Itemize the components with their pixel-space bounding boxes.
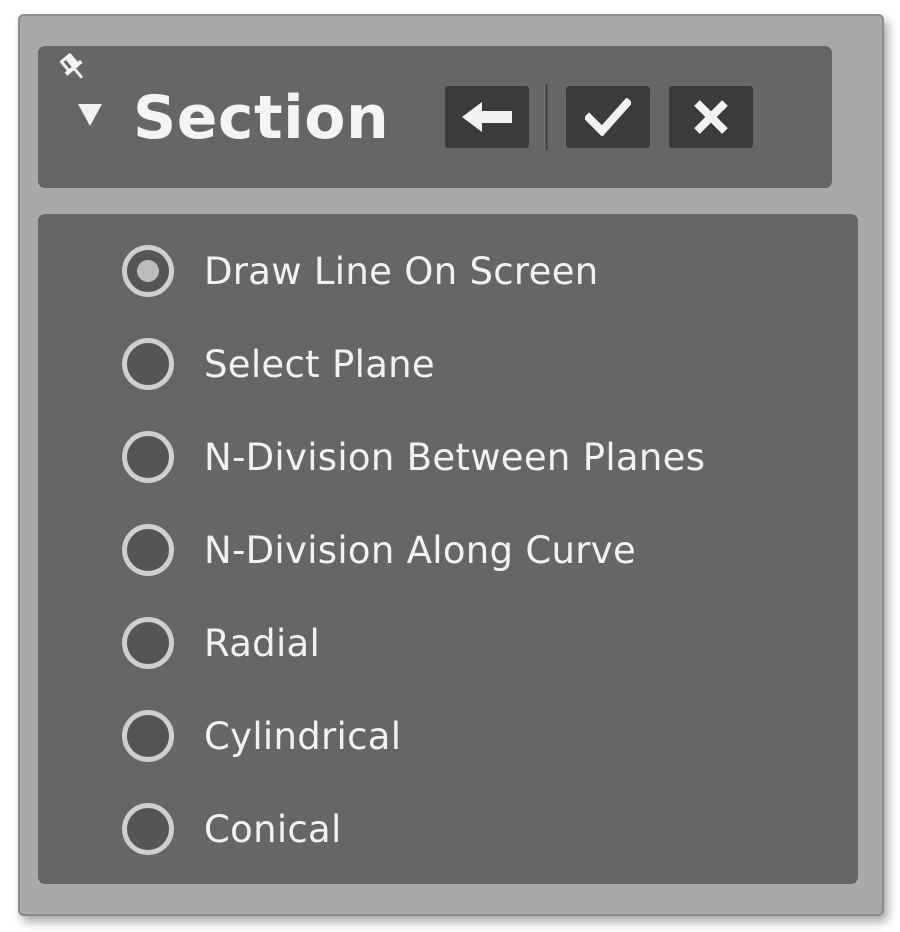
radio-button[interactable] xyxy=(122,617,174,669)
cancel-button[interactable] xyxy=(669,86,753,148)
option-label: N-Division Between Planes xyxy=(204,435,706,479)
option-n-division-along-curve[interactable]: N-Division Along Curve xyxy=(122,520,636,580)
option-label: N-Division Along Curve xyxy=(204,528,637,572)
collapse-triangle-icon[interactable] xyxy=(76,102,104,128)
option-select-plane[interactable]: Select Plane xyxy=(122,334,435,394)
options-panel: Draw Line On Screen Select Plane N-Divis… xyxy=(38,214,858,884)
option-draw-line-on-screen[interactable]: Draw Line On Screen xyxy=(122,241,599,301)
back-button[interactable] xyxy=(445,86,529,148)
radio-button[interactable] xyxy=(122,710,174,762)
radio-button[interactable] xyxy=(122,524,174,576)
pin-icon[interactable] xyxy=(56,50,90,84)
dialog-title: Section xyxy=(133,83,390,153)
toolbar-separator xyxy=(544,84,548,150)
ok-button[interactable] xyxy=(566,86,650,148)
option-label: Conical xyxy=(204,807,342,851)
option-radial[interactable]: Radial xyxy=(122,613,320,673)
radio-button[interactable] xyxy=(122,803,174,855)
radio-button[interactable] xyxy=(122,431,174,483)
option-conical[interactable]: Conical xyxy=(122,799,342,859)
close-icon xyxy=(694,100,728,134)
option-cylindrical[interactable]: Cylindrical xyxy=(122,706,401,766)
back-arrow-icon xyxy=(462,102,512,132)
dialog-header: Section xyxy=(38,46,832,188)
option-label: Draw Line On Screen xyxy=(204,249,599,293)
radio-button[interactable] xyxy=(122,338,174,390)
option-label: Select Plane xyxy=(204,342,435,386)
option-n-division-between-planes[interactable]: N-Division Between Planes xyxy=(122,427,705,487)
check-icon xyxy=(585,98,631,136)
option-label: Radial xyxy=(204,621,321,665)
radio-button[interactable] xyxy=(122,245,174,297)
option-label: Cylindrical xyxy=(204,714,402,758)
